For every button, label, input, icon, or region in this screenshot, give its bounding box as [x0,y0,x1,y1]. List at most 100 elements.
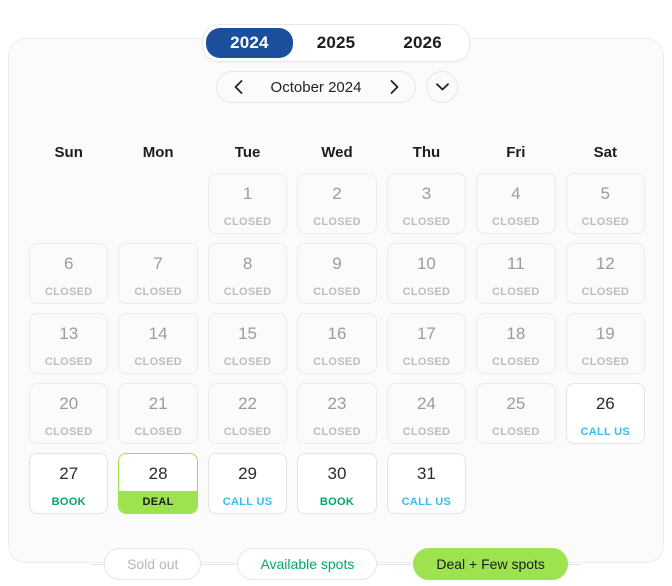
year-selector: 2024 2025 2026 [202,24,470,62]
day-status-badge: CLOSED [44,286,93,298]
day-number: 11 [507,253,525,273]
calendar-day-25: 25 CLOSED [476,383,556,444]
year-selector-wrap: 2024 2025 2026 [0,24,672,62]
calendar-day-31[interactable]: 31 CALL US [386,453,467,514]
day-number: 18 [506,323,526,343]
calendar-day-grid: 1 CLOSED 2 CLOSED 3 CLOSED 4 CLOSED 5 CLOSED 6 CLOS… [29,173,645,514]
calendar-day-2: 2 CLOSED [297,173,377,234]
month-navigator: October 2024 [216,71,416,103]
day-number: 19 [595,323,615,343]
day-status-badge: CLOSED [44,426,93,438]
day-status-badge: CLOSED [492,216,540,228]
calendar-day-29[interactable]: 29 CALL US [207,453,288,514]
day-status-badge[interactable]: DEAL [119,491,197,513]
calendar-day-20: 20 CLOSED [29,383,109,444]
day-status-badge[interactable]: BOOK [298,491,375,513]
chevron-down-icon [435,78,449,96]
day-status-badge: CLOSED [402,286,451,298]
weekday-label-sat: Sat [593,144,617,161]
calendar-day-1: 1 CLOSED [207,173,288,234]
day-number: 29 [238,463,258,483]
calendar-day-5: 5 CLOSED [565,173,645,234]
day-number: 25 [506,393,526,413]
year-tab-2026[interactable]: 2026 [379,28,466,58]
day-number: 4 [511,183,521,203]
day-number: 6 [63,253,74,273]
calendar-day-7: 7 CLOSED [118,243,198,304]
day-number: 31 [416,463,436,483]
calendar-cell-empty [118,173,197,234]
calendar-day-24: 24 CLOSED [386,383,467,444]
calendar-day-12: 12 CLOSED [565,243,645,304]
day-status-badge: CLOSED [223,356,272,368]
weekday-label-tue: Tue [234,144,261,161]
legend-connector-line [201,563,238,565]
calendar-day-18: 18 CLOSED [476,313,556,374]
year-tab-2024[interactable]: 2024 [206,28,293,58]
day-status-badge: CLOSED [313,356,361,368]
day-number: 1 [242,183,253,203]
chevron-right-icon[interactable] [385,78,403,96]
day-status-badge: CLOSED [492,356,540,368]
weekday-header-row: Sun Mon Tue Wed Thu Fri Sat [29,144,645,161]
chevron-left-icon[interactable] [229,78,247,96]
day-number: 27 [59,463,79,483]
weekday-label-wed: Wed [321,144,353,161]
day-number: 20 [59,393,79,413]
day-status-badge: CLOSED [492,426,540,438]
legend-item-deal: Deal + Few spots [413,548,568,580]
calendar-day-10: 10 CLOSED [386,243,467,304]
day-status-badge: CLOSED [44,356,93,368]
day-status-badge[interactable]: CALL US [388,491,465,513]
calendar-day-4: 4 CLOSED [476,173,556,234]
day-status-badge: CLOSED [223,216,272,228]
calendar-day-30[interactable]: 30 BOOK [297,453,377,514]
day-status-badge[interactable]: CALL US [209,491,286,513]
calendar-day-11: 11 CLOSED [476,243,556,304]
calendar-day-26[interactable]: 26 CALL US [565,383,645,444]
day-number: 22 [238,393,258,413]
day-number: 5 [600,183,611,203]
day-status-badge[interactable]: CALL US [567,421,644,443]
day-status-badge: CLOSED [134,426,182,438]
day-status-badge: CLOSED [402,216,451,228]
legend-connector-line [377,563,414,565]
calendar-day-13: 13 CLOSED [29,313,109,374]
legend-item-available: Available spots [237,548,378,580]
day-number: 14 [148,323,168,343]
calendar-day-28[interactable]: 28 DEAL [118,453,198,514]
day-number: 9 [332,253,342,273]
calendar-day-19: 19 CLOSED [565,313,645,374]
legend-connector-line [567,563,582,565]
calendar-day-6: 6 CLOSED [29,243,109,304]
day-number: 30 [327,463,347,483]
weekday-label-sun: Sun [54,144,83,161]
legend-item-soldout: Sold out [104,548,202,580]
day-number: 24 [416,393,436,413]
day-status-badge: CLOSED [581,216,630,228]
day-status-badge: CLOSED [223,426,272,438]
weekday-label-fri: Fri [506,144,526,161]
day-status-badge: CLOSED [134,286,182,298]
day-number: 13 [59,323,79,343]
calendar-card: October 2024 Sun Mon Tue Wed Thu Fri Sat 1 CLOS… [8,38,664,563]
day-number: 7 [153,253,163,273]
calendar-day-3: 3 CLOSED [386,173,467,234]
day-number: 3 [421,183,432,203]
calendar-day-16: 16 CLOSED [297,313,377,374]
day-number: 15 [238,323,258,343]
calendar-day-14: 14 CLOSED [118,313,198,374]
expand-month-picker-button[interactable] [426,71,458,103]
day-number: 28 [148,463,168,483]
day-status-badge: CLOSED [223,286,272,298]
year-tab-2025[interactable]: 2025 [293,28,380,58]
day-status-badge: CLOSED [492,286,540,298]
weekday-label-thu: Thu [412,144,441,161]
calendar-day-27[interactable]: 27 BOOK [29,453,109,514]
legend-connector-line [90,563,105,565]
day-status-badge: CLOSED [581,286,630,298]
month-navigation-row: October 2024 [9,71,665,103]
day-status-badge[interactable]: BOOK [30,491,107,513]
day-number: 10 [416,253,436,273]
calendar-day-17: 17 CLOSED [386,313,467,374]
